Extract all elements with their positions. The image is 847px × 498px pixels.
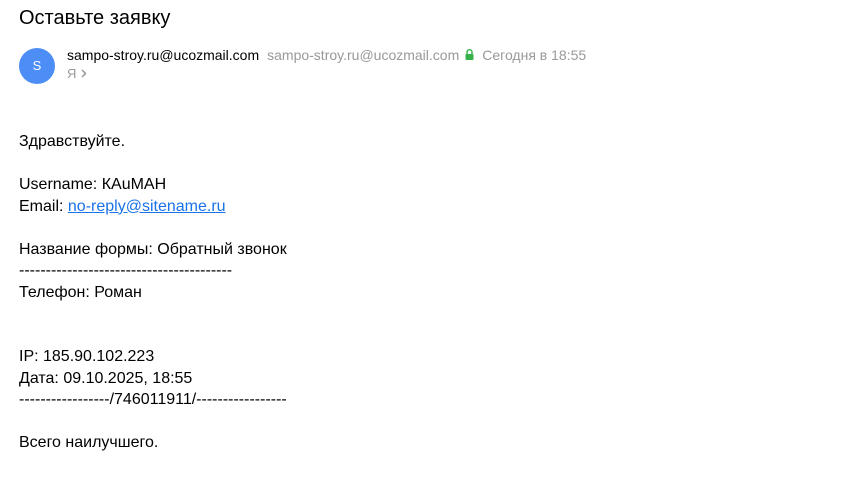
sender-address[interactable]: sampo-stroy.ru@ucozmail.com [267, 46, 459, 64]
from-line: sampo-stroy.ru@ucozmail.com sampo-stroy.… [67, 46, 586, 64]
closing-text: Всего наилучшего. [19, 434, 159, 451]
form-name-text: Название формы: Обратный звонок [19, 240, 287, 258]
email-date: Сегодня в 18:55 [482, 47, 587, 63]
lock-icon [465, 48, 474, 60]
recipient-name[interactable]: Я [67, 65, 76, 82]
chevron-right-icon[interactable] [81, 69, 87, 78]
email-subject: Оставьте заявку [19, 7, 171, 29]
id-separator: -----------------/746011911/------------… [19, 391, 287, 408]
email-link[interactable]: no-reply@sitename.ru [68, 198, 226, 215]
sender-avatar[interactable]: S [19, 48, 55, 84]
email-body: Здравствуйте. Username: КАuМАН Email: no… [19, 131, 287, 454]
ip-text: IP: 185.90.102.223 [19, 348, 155, 365]
sender-name[interactable]: sampo-stroy.ru@ucozmail.com [67, 46, 259, 64]
greeting-text: Здравствуйте. [19, 133, 126, 150]
separator-line: ---------------------------------------- [19, 262, 233, 279]
recipient-line[interactable]: Я [67, 65, 87, 82]
email-label: Email: [19, 197, 68, 215]
username-text: Username: КАuМАН [19, 176, 167, 193]
date-text: Дата: 09.10.2025, 18:55 [19, 369, 193, 387]
phone-text: Телефон: Роман [19, 283, 142, 301]
email-view: Оставьте заявку S sampo-stroy.ru@ucozmai… [0, 0, 847, 498]
email-line: Email: no-reply@sitename.ru [19, 196, 287, 218]
